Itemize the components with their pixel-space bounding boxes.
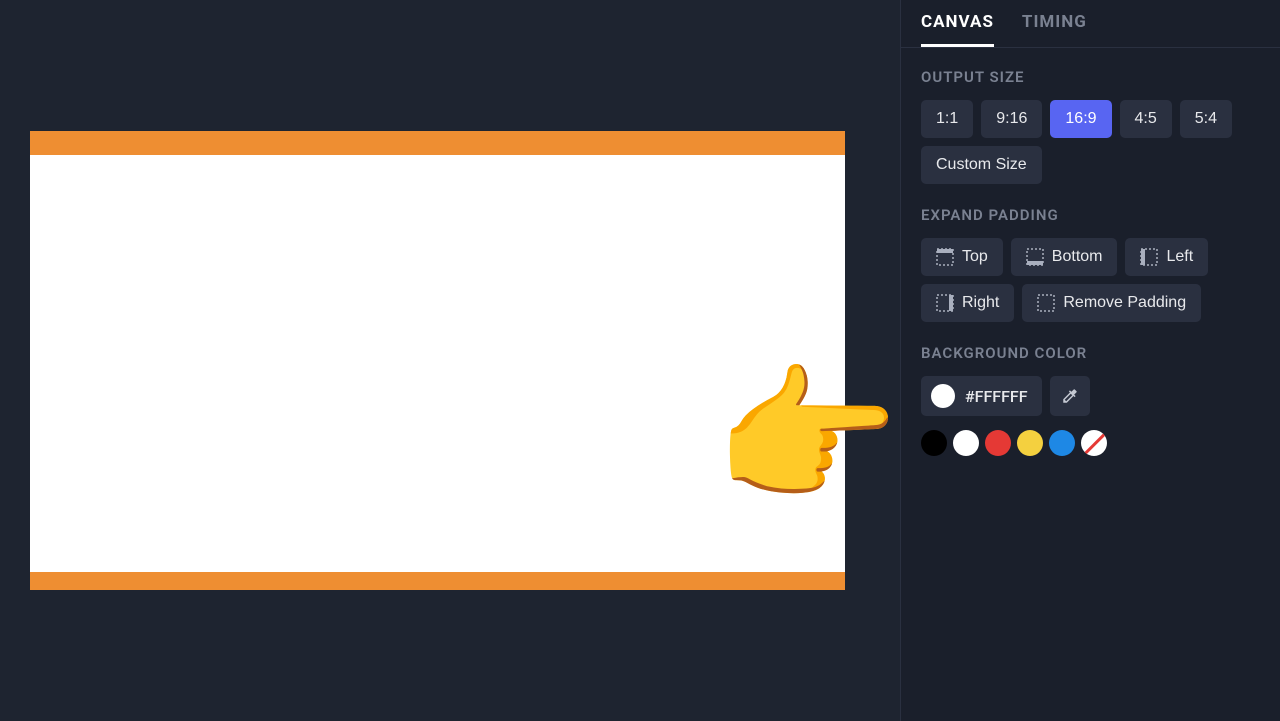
swatch-blue[interactable] (1049, 430, 1075, 456)
swatch-black[interactable] (921, 430, 947, 456)
label-output-size: OUTPUT SIZE (921, 68, 1260, 86)
eyedropper-button[interactable] (1050, 376, 1090, 416)
pad-left-icon (1140, 248, 1158, 266)
ratio-16-9[interactable]: 16:9 (1050, 100, 1111, 138)
output-size-row: 1:1 9:16 16:9 4:5 5:4 Custom Size (921, 100, 1260, 184)
swatch-yellow[interactable] (1017, 430, 1043, 456)
padding-row: Top Bottom Left Right Remove Padding (921, 238, 1260, 322)
panel-tabs: CANVAS TIMING (901, 0, 1280, 48)
eyedropper-icon (1061, 387, 1079, 405)
side-panel: CANVAS TIMING OUTPUT SIZE 1:1 9:16 16:9 … (900, 0, 1280, 721)
bg-color-row: #FFFFFF (921, 376, 1260, 416)
label-background-color: BACKGROUND COLOR (921, 344, 1260, 362)
pad-bottom-label: Bottom (1052, 248, 1103, 266)
custom-size-button[interactable]: Custom Size (921, 146, 1042, 184)
pad-right-icon (936, 294, 954, 312)
pad-left-button[interactable]: Left (1125, 238, 1208, 276)
swatch-row (921, 430, 1260, 456)
bg-color-hex: #FFFFFF (965, 387, 1028, 406)
canvas-workspace: 👉 (0, 0, 900, 721)
remove-padding-button[interactable]: Remove Padding (1022, 284, 1201, 322)
swatch-white[interactable] (953, 430, 979, 456)
ratio-5-4[interactable]: 5:4 (1180, 100, 1232, 138)
pad-top-icon (936, 248, 954, 266)
remove-padding-icon (1037, 294, 1055, 312)
swatch-transparent[interactable] (1081, 430, 1107, 456)
pad-bottom-button[interactable]: Bottom (1011, 238, 1118, 276)
panel-body: OUTPUT SIZE 1:1 9:16 16:9 4:5 5:4 Custom… (901, 48, 1280, 476)
tab-timing[interactable]: TIMING (1022, 12, 1087, 47)
ratio-4-5[interactable]: 4:5 (1120, 100, 1172, 138)
pointing-hand-icon: 👉 (713, 362, 900, 512)
ratio-1-1[interactable]: 1:1 (921, 100, 973, 138)
canvas-preview[interactable]: 👉 (30, 131, 845, 590)
tab-canvas[interactable]: CANVAS (921, 12, 994, 47)
bg-color-preview (931, 384, 955, 408)
pad-top-button[interactable]: Top (921, 238, 1003, 276)
pad-bottom-icon (1026, 248, 1044, 266)
pad-right-label: Right (962, 294, 999, 312)
pad-left-label: Left (1166, 248, 1193, 266)
swatch-red[interactable] (985, 430, 1011, 456)
remove-padding-label: Remove Padding (1063, 294, 1186, 312)
ratio-9-16[interactable]: 9:16 (981, 100, 1042, 138)
bg-color-chip[interactable]: #FFFFFF (921, 376, 1042, 416)
pad-right-button[interactable]: Right (921, 284, 1014, 322)
label-expand-padding: EXPAND PADDING (921, 206, 1260, 224)
pad-top-label: Top (962, 248, 988, 266)
